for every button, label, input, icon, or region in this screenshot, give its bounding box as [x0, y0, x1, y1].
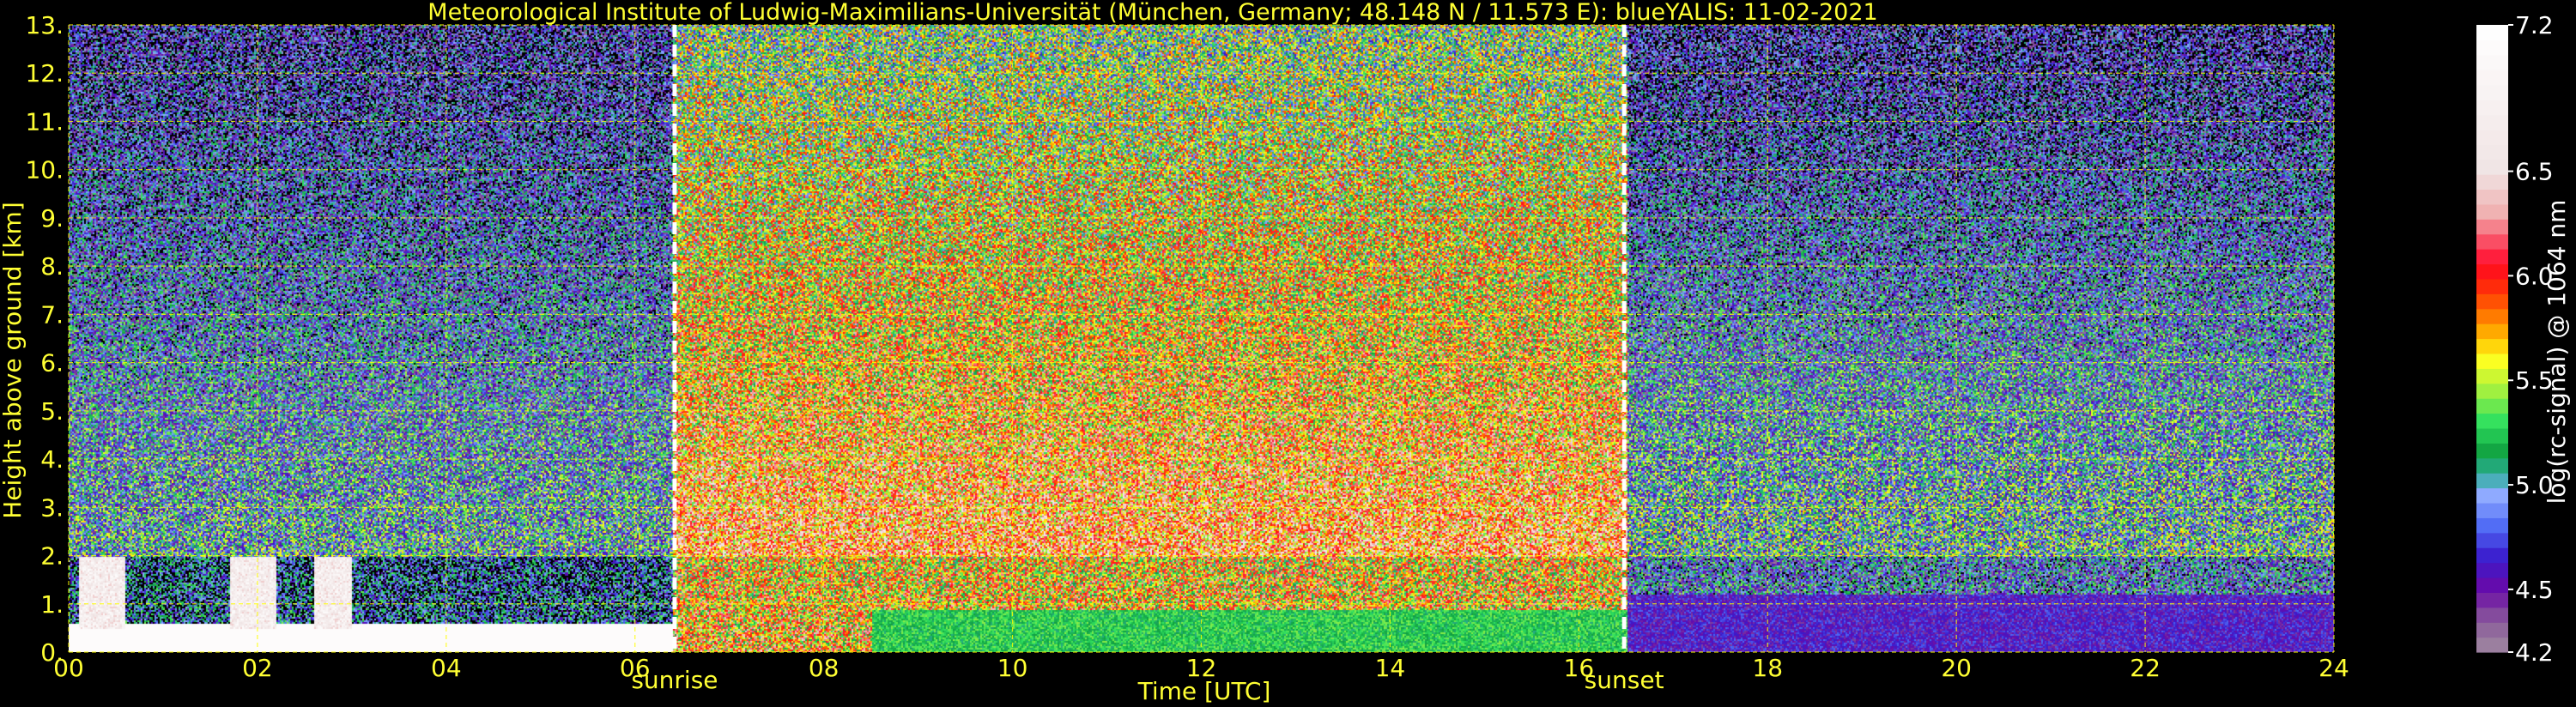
colorbar-band [2476, 413, 2508, 429]
colorbar-band [2476, 637, 2508, 653]
colorbar-band [2476, 54, 2508, 70]
colorbar-band [2476, 398, 2508, 414]
colorbar-band [2476, 278, 2508, 294]
colorbar-band [2476, 219, 2508, 235]
colorbar-band [2476, 517, 2508, 534]
colorbar-band [2476, 368, 2508, 384]
colorbar-band [2476, 607, 2508, 623]
colorbar-band [2476, 487, 2508, 504]
colorbar-band [2476, 562, 2508, 578]
colorbar-band [2476, 353, 2508, 369]
chart-title: Meteorological Institute of Ludwig-Maxim… [427, 0, 1877, 26]
x-axis-label: Time [UTC] [1137, 677, 1271, 705]
colorbar-band [2476, 69, 2508, 86]
colorbar-band [2476, 159, 2508, 175]
y-tick-label: 3. [40, 493, 64, 522]
y-tick-label: 1. [40, 590, 64, 619]
y-tick-label: 12. [25, 59, 64, 88]
x-tick-label: 14 [1375, 654, 1406, 682]
colorbar-tick-label: 4.5 [2515, 576, 2554, 604]
colorbar-band [2476, 263, 2508, 280]
lidar-chart: Meteorological Institute of Ludwig-Maxim… [0, 0, 2576, 707]
colorbar-band [2476, 532, 2508, 548]
sunset-label: sunset [1585, 666, 1664, 694]
y-tick-label: 9. [40, 204, 64, 233]
x-tick-label: 04 [431, 654, 462, 682]
colorbar-band [2476, 338, 2508, 354]
colorbar-band [2476, 592, 2508, 608]
colorbar-band [2476, 100, 2508, 116]
x-tick-label: 20 [1941, 654, 1972, 682]
colorbar-band [2476, 174, 2508, 190]
y-tick-label: 10. [25, 156, 64, 184]
colorbar-band [2476, 189, 2508, 205]
colorbar-band [2476, 427, 2508, 444]
y-tick-label: 11. [25, 107, 64, 136]
colorbar-band [2476, 39, 2508, 56]
colorbar-band [2476, 577, 2508, 593]
y-tick-label: 8. [40, 252, 64, 281]
colorbar-band [2476, 622, 2508, 638]
colorbar-band [2476, 502, 2508, 518]
y-axis-label: Height above ground [km] [0, 202, 27, 519]
x-tick-label: 06 [620, 654, 651, 682]
colorbar-band [2476, 84, 2508, 100]
x-tick-label: 24 [2318, 654, 2349, 682]
colorbar-band [2476, 114, 2508, 130]
x-tick-label: 22 [2130, 654, 2161, 682]
colorbar-label: log(rc-signal) @ 1064 nm [2543, 200, 2571, 505]
colorbar-band [2476, 233, 2508, 250]
colorbar-band [2476, 144, 2508, 160]
x-tick-label: 16 [1564, 654, 1595, 682]
colorbar-band [2476, 457, 2508, 474]
y-tick-label: 0. [40, 638, 64, 667]
colorbar-band [2476, 443, 2508, 459]
colorbar-tick-label: 4.2 [2515, 638, 2554, 667]
colorbar-tick-label: 7.2 [2515, 11, 2554, 39]
colorbar-band [2476, 203, 2508, 220]
colorbar-band [2476, 547, 2508, 564]
y-tick-label: 7. [40, 300, 64, 329]
y-tick-label: 2. [40, 542, 64, 571]
colorbar-band [2476, 308, 2508, 324]
x-tick-label: 08 [809, 654, 839, 682]
colorbar-band [2476, 129, 2508, 145]
colorbar-band [2476, 323, 2508, 340]
colorbar-band [2476, 293, 2508, 310]
y-tick-label: 4. [40, 445, 64, 474]
x-tick-label: 18 [1752, 654, 1783, 682]
colorbar-band [2476, 249, 2508, 265]
colorbar-tick-label: 6.5 [2515, 158, 2554, 186]
colorbar-band [2476, 383, 2508, 399]
x-tick-label: 02 [242, 654, 273, 682]
y-tick-label: 13. [25, 11, 64, 39]
y-tick-label: 5. [40, 397, 64, 426]
colorbar-band [2476, 25, 2508, 41]
x-tick-label: 10 [997, 654, 1028, 682]
y-tick-label: 6. [40, 349, 64, 378]
colorbar-band [2476, 473, 2508, 489]
